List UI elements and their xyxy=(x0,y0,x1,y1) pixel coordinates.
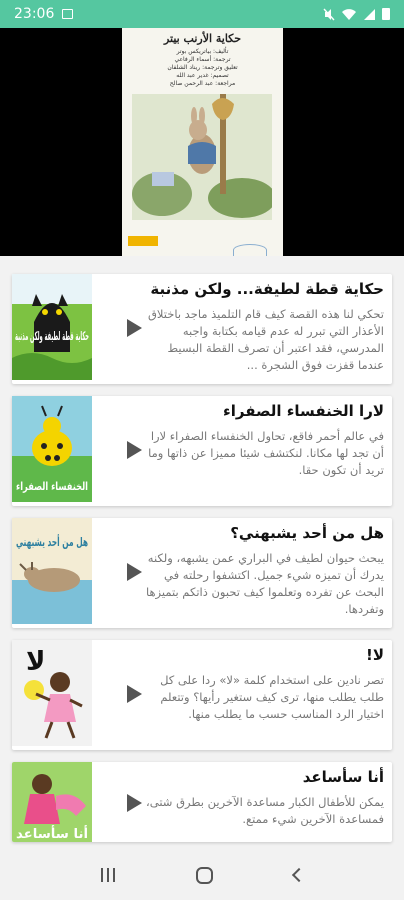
thumbnail-title: لا xyxy=(26,647,45,677)
photo-icon xyxy=(62,9,74,19)
cover-credits: تأليف: بياتريكس بوتر ترجمة: أسماء الرفاع… xyxy=(146,48,259,88)
video-player[interactable]: حكاية الأرنب بيتر تأليف: بياتريكس بوتر ت… xyxy=(0,28,404,256)
battery-icon xyxy=(382,8,390,20)
status-bar: 23:06 xyxy=(0,0,404,28)
story-thumbnail: لا xyxy=(12,640,92,746)
book-cover-image: حكاية الأرنب بيتر تأليف: بياتريكس بوتر ت… xyxy=(122,28,283,256)
story-card[interactable]: أنا سأساعد أنا سأساعد يمكن للأطفال الكبا… xyxy=(12,762,392,842)
thumbnail-title: حكاية قطة لطيفة ولكن مذنبة xyxy=(15,329,89,344)
cover-badge xyxy=(128,236,158,246)
rabbit-illustration xyxy=(132,94,272,220)
cover-credit-line: تصميم: غدير عبد الله xyxy=(176,72,229,79)
system-nav-bar xyxy=(0,850,404,900)
cover-credit-line: تأليف: بياتريكس بوتر xyxy=(176,48,229,55)
story-description: يمكن للأطفال الكبار مساعدة الآخرين بطرق … xyxy=(146,795,384,826)
girl-thumbnail-art: لا xyxy=(12,640,92,746)
story-card[interactable]: هل من أحد يشبهني هل من أحد يشبهني؟ يبحث … xyxy=(12,518,392,628)
thumbnail-title: هل من أحد يشبهني xyxy=(16,534,88,549)
story-title: هل من أحد يشبهني؟ xyxy=(230,524,384,542)
mute-icon xyxy=(323,8,335,20)
helper-thumbnail-art: أنا سأساعد xyxy=(12,762,92,842)
signal-icon xyxy=(364,8,375,20)
cover-title: حكاية الأرنب بيتر xyxy=(163,32,242,45)
story-card[interactable]: لا لا! تصر نادين على استخدام كلمة «لا» ر… xyxy=(12,640,392,750)
wifi-icon xyxy=(342,8,356,20)
story-description: تصر نادين على استخدام كلمة «لا» ردا على … xyxy=(160,673,384,721)
cover-credit-line: تعليق وترجمة: ريناد الشلفان xyxy=(167,64,238,71)
cat-thumbnail-art: حكاية قطة لطيفة ولكن مذنبة xyxy=(12,274,92,380)
story-card[interactable]: الخنفساء الصفراء لارا الخنفساء الصفراء ف… xyxy=(12,396,392,506)
ladybug-thumbnail-art: الخنفساء الصفراء xyxy=(12,396,92,502)
story-description: يبحث حيوان لطيف في البراري عمن يشبهه، ول… xyxy=(145,551,384,616)
story-thumbnail: هل من أحد يشبهني xyxy=(12,518,92,624)
recent-apps-icon[interactable] xyxy=(100,868,115,882)
story-title: حكاية قطة لطيفة... ولكن مذنبة xyxy=(150,280,384,298)
story-title: لارا الخنفساء الصفراء xyxy=(223,402,384,420)
story-description: في عالم أحمر فاقع، تحاول الخنفساء الصفرا… xyxy=(148,429,384,477)
cover-credit-line: ترجمة: أسماء الرفاعي xyxy=(174,56,231,63)
thumbnail-title: الخنفساء الصفراء xyxy=(16,480,88,493)
back-icon[interactable] xyxy=(291,867,306,883)
status-time: 23:06 xyxy=(14,6,55,22)
story-title: أنا سأساعد xyxy=(302,768,384,786)
home-icon[interactable] xyxy=(195,866,213,884)
thumbnail-title: أنا سأساعد xyxy=(16,825,88,842)
publisher-seal xyxy=(233,244,267,256)
story-thumbnail: الخنفساء الصفراء xyxy=(12,396,92,502)
story-title: لا! xyxy=(365,646,384,664)
animal-thumbnail-art: هل من أحد يشبهني xyxy=(12,518,92,624)
story-description: تحكي لنا هذه القصة كيف قام التلميذ ماجد … xyxy=(147,307,384,372)
story-card[interactable]: حكاية قطة لطيفة ولكن مذنبة حكاية قطة لطي… xyxy=(12,274,392,384)
cover-credit-line: مراجعة: عبد الرحمن صالح xyxy=(169,80,236,87)
story-thumbnail: أنا سأساعد xyxy=(12,762,92,842)
story-thumbnail: حكاية قطة لطيفة ولكن مذنبة xyxy=(12,274,92,380)
